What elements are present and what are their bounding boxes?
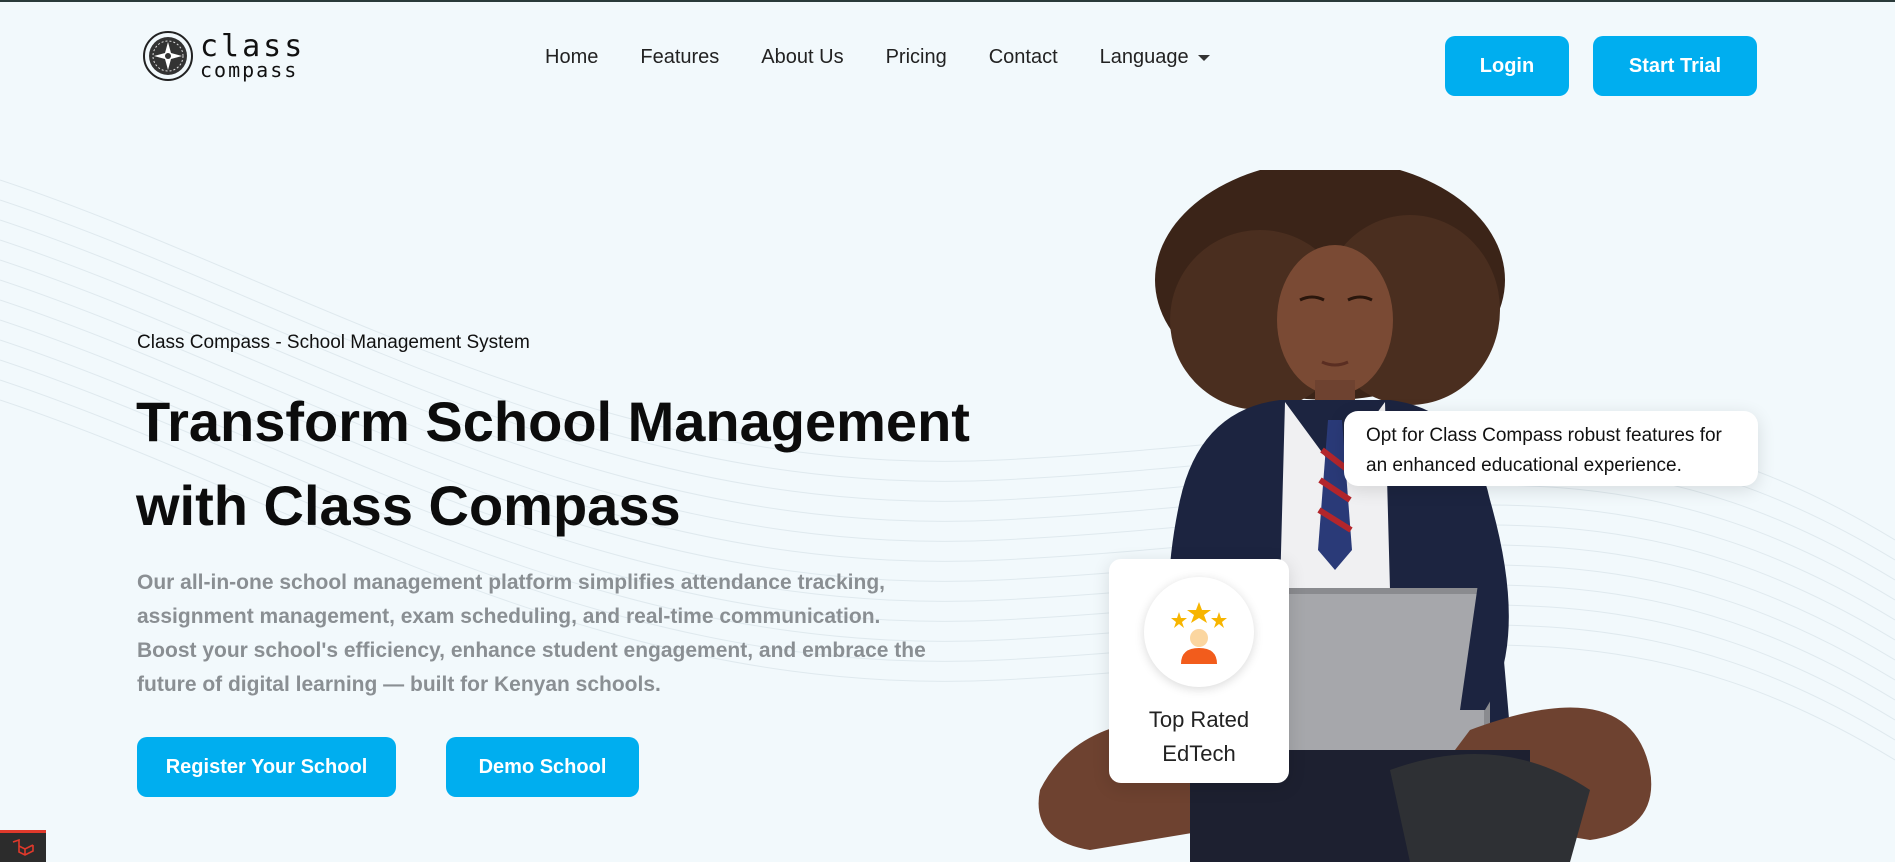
compass-logo-icon bbox=[143, 31, 193, 81]
hero-kicker: Class Compass - School Management System bbox=[137, 332, 530, 353]
top-border bbox=[0, 0, 1895, 2]
headline-line2: with Class Compass bbox=[136, 474, 681, 537]
hero-headline: Transform School Management with Class C… bbox=[136, 380, 976, 548]
chevron-down-icon bbox=[1197, 54, 1210, 61]
login-button[interactable]: Login bbox=[1445, 36, 1569, 96]
nav-features[interactable]: Features bbox=[640, 46, 719, 69]
top-rated-badge: Top Rated EdTech bbox=[1109, 559, 1289, 783]
nav-about-us[interactable]: About Us bbox=[761, 46, 843, 69]
logo-wordmark: class compass bbox=[200, 32, 305, 82]
badge-line2: EdTech bbox=[1162, 741, 1236, 766]
laravel-glyph bbox=[12, 838, 34, 856]
headline-line1: Transform School Management bbox=[136, 390, 970, 453]
nav-contact[interactable]: Contact bbox=[989, 46, 1058, 69]
laravel-icon[interactable] bbox=[0, 830, 46, 862]
landing-page: class compass Home Features About Us Pri… bbox=[0, 0, 1895, 862]
register-school-button[interactable]: Register Your School bbox=[137, 737, 396, 797]
logo-line2: compass bbox=[200, 58, 299, 82]
main-nav: Home Features About Us Pricing Contact L… bbox=[545, 46, 1252, 69]
start-trial-button[interactable]: Start Trial bbox=[1593, 36, 1757, 96]
badge-line1: Top Rated bbox=[1148, 707, 1250, 732]
nav-pricing[interactable]: Pricing bbox=[886, 46, 947, 69]
nav-home[interactable]: Home bbox=[545, 46, 598, 69]
star-rating-icon bbox=[1171, 602, 1227, 664]
nav-language-dropdown[interactable]: Language bbox=[1100, 46, 1210, 69]
badge-icon-circle bbox=[1144, 577, 1254, 687]
demo-school-button[interactable]: Demo School bbox=[446, 737, 639, 797]
badge-caption: Top Rated EdTech bbox=[1149, 703, 1249, 771]
feature-callout-bubble: Opt for Class Compass robust features fo… bbox=[1344, 411, 1758, 486]
hero-description: Our all-in-one school management platfor… bbox=[137, 571, 926, 696]
brand-logo[interactable]: class compass bbox=[142, 30, 305, 82]
language-label: Language bbox=[1099, 46, 1189, 68]
